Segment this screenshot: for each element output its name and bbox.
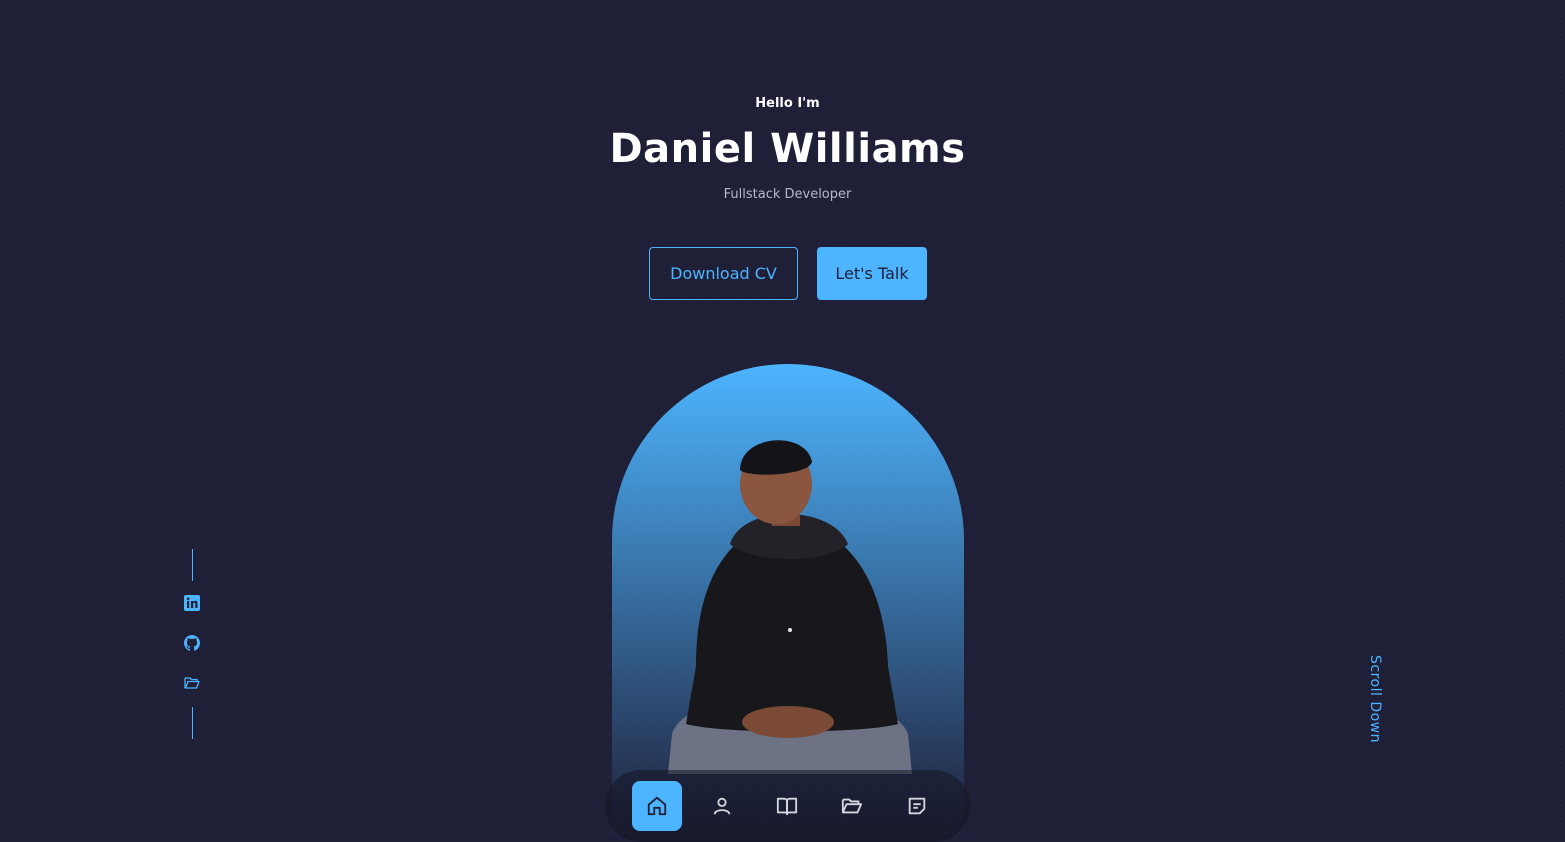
nav-home-button[interactable]: [632, 781, 682, 831]
lets-talk-button[interactable]: Let's Talk: [817, 247, 927, 300]
book-icon: [776, 797, 798, 816]
github-link[interactable]: [182, 633, 202, 653]
social-divider-top: [191, 549, 193, 581]
nav-about-button[interactable]: [697, 781, 747, 831]
folder-icon: [841, 798, 863, 814]
github-icon: [184, 635, 200, 651]
nav-experience-button[interactable]: [762, 781, 812, 831]
bottom-nav: [605, 770, 970, 842]
folder-icon: [184, 677, 200, 689]
download-cv-button[interactable]: Download CV: [649, 247, 798, 300]
hero-name: Daniel Williams: [609, 126, 966, 172]
nav-contact-button[interactable]: [892, 781, 942, 831]
linkedin-link[interactable]: [182, 593, 202, 613]
greeting-text: Hello I'm: [755, 96, 820, 111]
portfolio-link[interactable]: [182, 673, 202, 693]
hero-role: Fullstack Developer: [723, 187, 852, 202]
nav-portfolio-button[interactable]: [827, 781, 877, 831]
social-divider-bottom: [191, 707, 193, 739]
scroll-down-link[interactable]: Scroll Down: [1367, 655, 1383, 743]
user-icon: [713, 797, 731, 815]
linkedin-icon: [184, 595, 200, 611]
portrait-image: [668, 440, 912, 774]
home-icon: [647, 796, 667, 816]
social-links: [180, 549, 204, 739]
message-icon: [908, 797, 926, 815]
